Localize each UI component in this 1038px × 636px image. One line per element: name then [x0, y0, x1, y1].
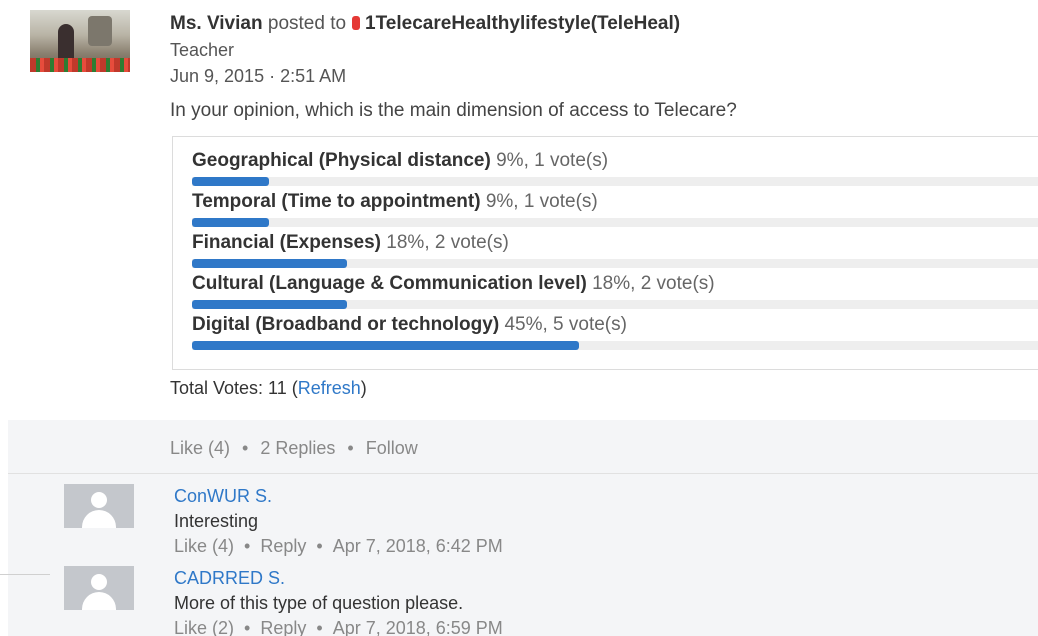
comment-author[interactable]: CADRRED S.	[174, 566, 285, 590]
separator-dot: •	[347, 438, 354, 458]
separator-dot: •	[316, 536, 323, 556]
poll-option-label: Digital (Broadband or technology) 45%, 5…	[192, 313, 1038, 337]
poll-question: In your opinion, which is the main dimen…	[170, 100, 737, 121]
poll-bar-fill	[192, 341, 579, 350]
comment-reply-button[interactable]: Reply	[260, 536, 306, 556]
comments-area: Like (4) • 2 Replies • Follow	[8, 420, 1038, 636]
post-timestamp[interactable]: Jun 9, 2015 · 2:51 AM	[170, 64, 680, 88]
comment-text: Interesting	[174, 511, 259, 531]
poll-option-stats: 18%, 2 vote(s)	[386, 232, 509, 253]
post-actions-bar: Like (4) • 2 Replies • Follow	[170, 436, 418, 460]
comment-author[interactable]: ConWUR S.	[174, 484, 272, 508]
total-votes-label: Total Votes: 11	[170, 378, 287, 398]
poll-bar-track	[192, 341, 1038, 350]
poll-bar-track	[192, 177, 1038, 186]
author-name[interactable]: Ms. Vivian	[170, 13, 263, 34]
poll-bar-fill	[192, 300, 347, 309]
poll-option-text: Geographical (Physical distance)	[192, 150, 491, 171]
avatar-head-shape	[91, 574, 107, 590]
comment-reply-button[interactable]: Reply	[260, 618, 306, 636]
poll-option-stats: 9%, 1 vote(s)	[496, 150, 609, 171]
poll-option-label: Geographical (Physical distance) 9%, 1 v…	[192, 149, 1038, 173]
poll-bar-fill	[192, 177, 270, 186]
avatar-body-shape	[82, 510, 116, 528]
comment-meta: Like (4) • Reply • Apr 7, 2018, 6:42 PM	[174, 534, 503, 558]
poll-bar-track	[192, 300, 1038, 309]
avatar-photo-flowers	[30, 58, 130, 72]
replies-button[interactable]: 2 Replies	[260, 438, 335, 458]
separator-dot: •	[242, 438, 249, 458]
posted-to-text: posted to	[267, 13, 347, 34]
comment-like-button[interactable]: Like (4)	[174, 536, 234, 556]
total-votes: Total Votes: 11 (Refresh)	[170, 376, 367, 400]
poll-box: Geographical (Physical distance) 9%, 1 v…	[172, 136, 1038, 370]
actions-divider	[8, 473, 1038, 474]
group-badge-icon	[352, 16, 361, 30]
separator-dot: •	[244, 536, 251, 556]
author-avatar[interactable]	[30, 10, 130, 72]
refresh-paren-close: )	[360, 378, 367, 398]
poll-bar-track	[192, 218, 1038, 227]
comment-divider	[0, 574, 50, 575]
poll-option-stats: 18%, 2 vote(s)	[592, 273, 715, 294]
separator-dot: •	[244, 618, 251, 636]
avatar-photo-detail	[88, 16, 112, 46]
poll-option-label: Cultural (Language & Communication level…	[192, 272, 1038, 296]
default-user-icon[interactable]	[64, 484, 134, 528]
comment-text: More of this type of question please.	[174, 593, 464, 613]
poll-option[interactable]: Digital (Broadband or technology) 45%, 5…	[192, 313, 1038, 353]
comment-meta: Like (2) • Reply • Apr 7, 2018, 6:59 PM	[174, 616, 503, 636]
avatar-body-shape	[82, 592, 116, 610]
poll-option-stats: 9%, 1 vote(s)	[485, 191, 598, 212]
poll-bar-fill	[192, 259, 347, 268]
poll-option-text: Financial (Expenses)	[192, 232, 382, 253]
author-line: Ms. Vivian posted to 1TelecareHealthylife…	[170, 12, 680, 36]
poll-option[interactable]: Temporal (Time to appointment) 9%, 1 vot…	[192, 190, 1038, 230]
comment-like-button[interactable]: Like (2)	[174, 618, 234, 636]
poll-option-text: Digital (Broadband or technology)	[192, 314, 500, 335]
separator-dot: •	[316, 618, 323, 636]
poll-option[interactable]: Cultural (Language & Communication level…	[192, 272, 1038, 312]
avatar-head-shape	[91, 492, 107, 508]
poll-option[interactable]: Financial (Expenses) 18%, 2 vote(s)	[192, 231, 1038, 271]
author-role: Teacher	[170, 40, 235, 60]
poll-option-label: Financial (Expenses) 18%, 2 vote(s)	[192, 231, 1038, 255]
post-header: Ms. Vivian posted to 1TelecareHealthylife…	[170, 12, 680, 88]
poll-bar-fill	[192, 218, 270, 227]
comment-date[interactable]: Apr 7, 2018, 6:59 PM	[333, 618, 503, 636]
default-user-icon[interactable]	[64, 566, 134, 610]
poll-option-stats: 45%, 5 vote(s)	[504, 314, 627, 335]
refresh-link[interactable]: Refresh	[298, 378, 361, 398]
comment-date[interactable]: Apr 7, 2018, 6:42 PM	[333, 536, 503, 556]
group-name-link[interactable]: 1TelecareHealthylifestyle(TeleHeal)	[365, 13, 680, 34]
poll-option[interactable]: Geographical (Physical distance) 9%, 1 v…	[192, 149, 1038, 189]
follow-button[interactable]: Follow	[366, 438, 418, 458]
like-button[interactable]: Like (4)	[170, 438, 230, 458]
poll-option-text: Temporal (Time to appointment)	[192, 191, 481, 212]
poll-bar-track	[192, 259, 1038, 268]
poll-option-text: Cultural (Language & Communication level…	[192, 273, 587, 294]
post-card: Ms. Vivian posted to 1TelecareHealthylife…	[0, 0, 1038, 420]
poll-option-label: Temporal (Time to appointment) 9%, 1 vot…	[192, 190, 1038, 214]
